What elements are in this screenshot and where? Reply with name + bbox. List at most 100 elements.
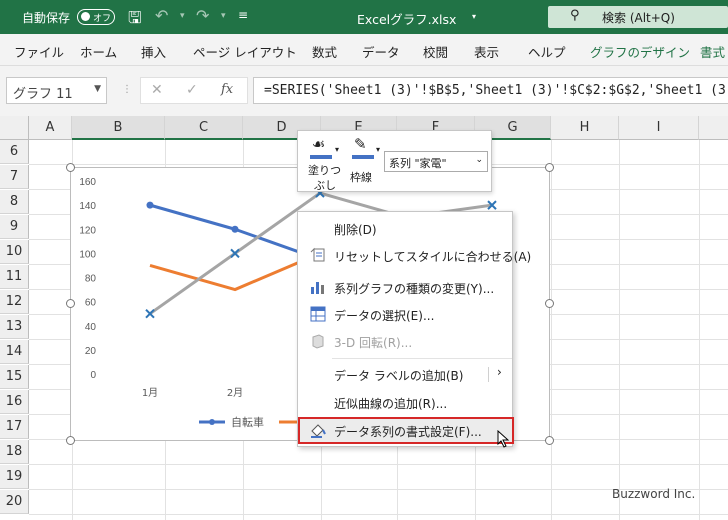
selected-data-point: [145, 308, 155, 319]
menu-item-reset-style[interactable]: リセットしてスタイルに合わせる(A): [298, 242, 531, 269]
tab-insert[interactable]: 挿入: [141, 42, 166, 61]
row-header-10[interactable]: 10: [0, 240, 29, 264]
column-header-a[interactable]: A: [29, 116, 72, 140]
row-header-7[interactable]: 7: [0, 165, 29, 189]
context-menu: 削除(D) リセットしてスタイルに合わせる(A) 系列グラフの種類の変更(Y).…: [297, 211, 531, 448]
row-header-14[interactable]: 14: [0, 340, 29, 364]
column-header-h[interactable]: H: [551, 116, 619, 140]
search-icon: ⚲: [570, 8, 580, 23]
row-header-16[interactable]: 16: [0, 390, 29, 414]
3d-rotation-icon: [312, 334, 324, 349]
resize-handle-top-left[interactable]: [66, 163, 75, 172]
selection-marker-icon: [230, 248, 240, 259]
formula-input[interactable]: =SERIES('Sheet1 (3)'!$B$5,'Sheet1 (3)'!$…: [253, 77, 728, 104]
tab-page-layout[interactable]: ページ レイアウト: [193, 42, 297, 61]
chevron-right-icon[interactable]: ›: [497, 365, 502, 379]
reset-style-icon: [310, 247, 325, 262]
filename-dropdown-icon[interactable]: ▾: [472, 12, 476, 21]
chevron-down-icon[interactable]: ▼: [94, 84, 101, 94]
menu-item-add-data-labels[interactable]: データ ラベルの追加(B) ›: [298, 361, 514, 388]
x-tick-label: 2月: [227, 387, 243, 399]
row-header-20[interactable]: 20: [0, 490, 29, 514]
row-header-9[interactable]: 9: [0, 215, 29, 239]
submenu-divider: [488, 367, 489, 382]
column-header-b[interactable]: B: [72, 116, 165, 140]
tab-review[interactable]: 校閲: [423, 42, 448, 61]
menu-item-format-data-series-label: データ系列の書式設定(F)...: [334, 425, 482, 439]
row-header-11[interactable]: 11: [0, 265, 29, 289]
file-name: Excelグラフ.xlsx: [357, 12, 457, 27]
tab-format[interactable]: 書式: [700, 42, 725, 61]
row-header-18[interactable]: 18: [0, 440, 29, 464]
watermark: Buzzword Inc.: [612, 487, 696, 501]
formula-buttons: ✕ ✓ fx: [140, 77, 248, 104]
row-header-13[interactable]: 13: [0, 315, 29, 339]
menu-item-select-data[interactable]: データの選択(E)...: [298, 301, 514, 328]
undo-dropdown-icon[interactable]: ▾: [180, 11, 185, 21]
insert-function-icon[interactable]: fx: [221, 82, 233, 97]
y-tick-label: 20: [85, 346, 97, 357]
tab-formulas[interactable]: 数式: [312, 42, 337, 61]
menu-item-format-data-series[interactable]: データ系列の書式設定(F)...: [298, 417, 514, 448]
series-selector[interactable]: 系列 "家電" ⌄: [384, 151, 488, 172]
menu-separator: [332, 358, 512, 359]
resize-handle-bottom-right[interactable]: [545, 436, 554, 445]
y-tick-label: 120: [79, 225, 96, 236]
menu-item-add-trendline[interactable]: 近似曲線の追加(R)...: [298, 389, 514, 416]
column-header-j[interactable]: [699, 116, 728, 140]
select-data-icon: [310, 306, 326, 322]
name-box[interactable]: グラフ 11 ▼: [6, 77, 107, 104]
format-series-icon: [311, 424, 326, 438]
y-tick-label: 100: [79, 249, 96, 260]
row-header-12[interactable]: 12: [0, 290, 29, 314]
fill-color-swatch: [310, 155, 332, 159]
search-box[interactable]: ⚲ 検索 (Alt+Q): [548, 6, 728, 28]
tab-view[interactable]: 表示: [474, 42, 499, 61]
resize-handle-right[interactable]: [545, 299, 554, 308]
tab-file[interactable]: ファイル: [14, 42, 64, 61]
undo-icon[interactable]: ↶: [155, 6, 168, 25]
outline-button[interactable]: ✎ ▾ 枠線: [350, 135, 382, 191]
tab-chart-design[interactable]: グラフのデザイン: [590, 42, 690, 61]
column-header-i[interactable]: I: [619, 116, 699, 140]
paint-bucket-icon: ☙: [312, 135, 326, 153]
grid-column-line: [699, 140, 700, 520]
series-line: [149, 251, 321, 292]
tab-data[interactable]: データ: [362, 42, 400, 61]
chevron-down-icon: ⌄: [475, 155, 483, 165]
enter-icon[interactable]: ✓: [186, 82, 198, 98]
menu-item-reset-style-label: リセットしてスタイルに合わせる(A): [334, 250, 532, 264]
customize-qat-icon[interactable]: ≡: [238, 8, 248, 22]
redo-dropdown-icon[interactable]: ▾: [221, 11, 226, 21]
fill-label-line1: 塗りつ: [308, 164, 342, 177]
cancel-icon[interactable]: ✕: [151, 82, 163, 98]
row-header-8[interactable]: 8: [0, 190, 29, 214]
tab-help[interactable]: ヘルプ: [528, 42, 566, 61]
selected-data-point: [230, 248, 240, 259]
fill-dropdown-icon[interactable]: ▾: [335, 145, 339, 154]
resize-handle-bottom-left[interactable]: [66, 436, 75, 445]
row-header-6[interactable]: 6: [0, 140, 29, 164]
row-header-15[interactable]: 15: [0, 365, 29, 389]
row-header-19[interactable]: 19: [0, 465, 29, 489]
x-tick-label: 1月: [142, 387, 158, 399]
row-header-17[interactable]: 17: [0, 415, 29, 439]
save-icon[interactable]: 🖫: [128, 7, 142, 34]
grid-column-line: [551, 140, 552, 520]
column-header-c[interactable]: C: [165, 116, 243, 140]
outline-dropdown-icon[interactable]: ▾: [376, 145, 380, 154]
menu-item-change-chart-type[interactable]: 系列グラフの種類の変更(Y)...: [298, 274, 514, 301]
y-tick-label: 0: [90, 370, 96, 381]
search-label: 検索 (Alt+Q): [602, 11, 675, 25]
redo-icon[interactable]: ↷: [196, 6, 209, 25]
tab-home[interactable]: ホーム: [80, 42, 117, 61]
menu-item-3d-rotation: 3-D 回転(R)...: [298, 328, 514, 355]
resize-handle-top-right[interactable]: [545, 163, 554, 172]
y-tick-label: 80: [85, 274, 97, 285]
y-tick-label: 160: [79, 177, 96, 188]
fill-button[interactable]: ☙ ▾ 塗りつ ぶし: [308, 135, 344, 192]
resize-handle-left[interactable]: [66, 299, 75, 308]
select-all-corner[interactable]: [0, 116, 29, 140]
menu-item-delete[interactable]: 削除(D): [298, 215, 514, 242]
autosave-toggle[interactable]: オフ: [77, 9, 115, 25]
